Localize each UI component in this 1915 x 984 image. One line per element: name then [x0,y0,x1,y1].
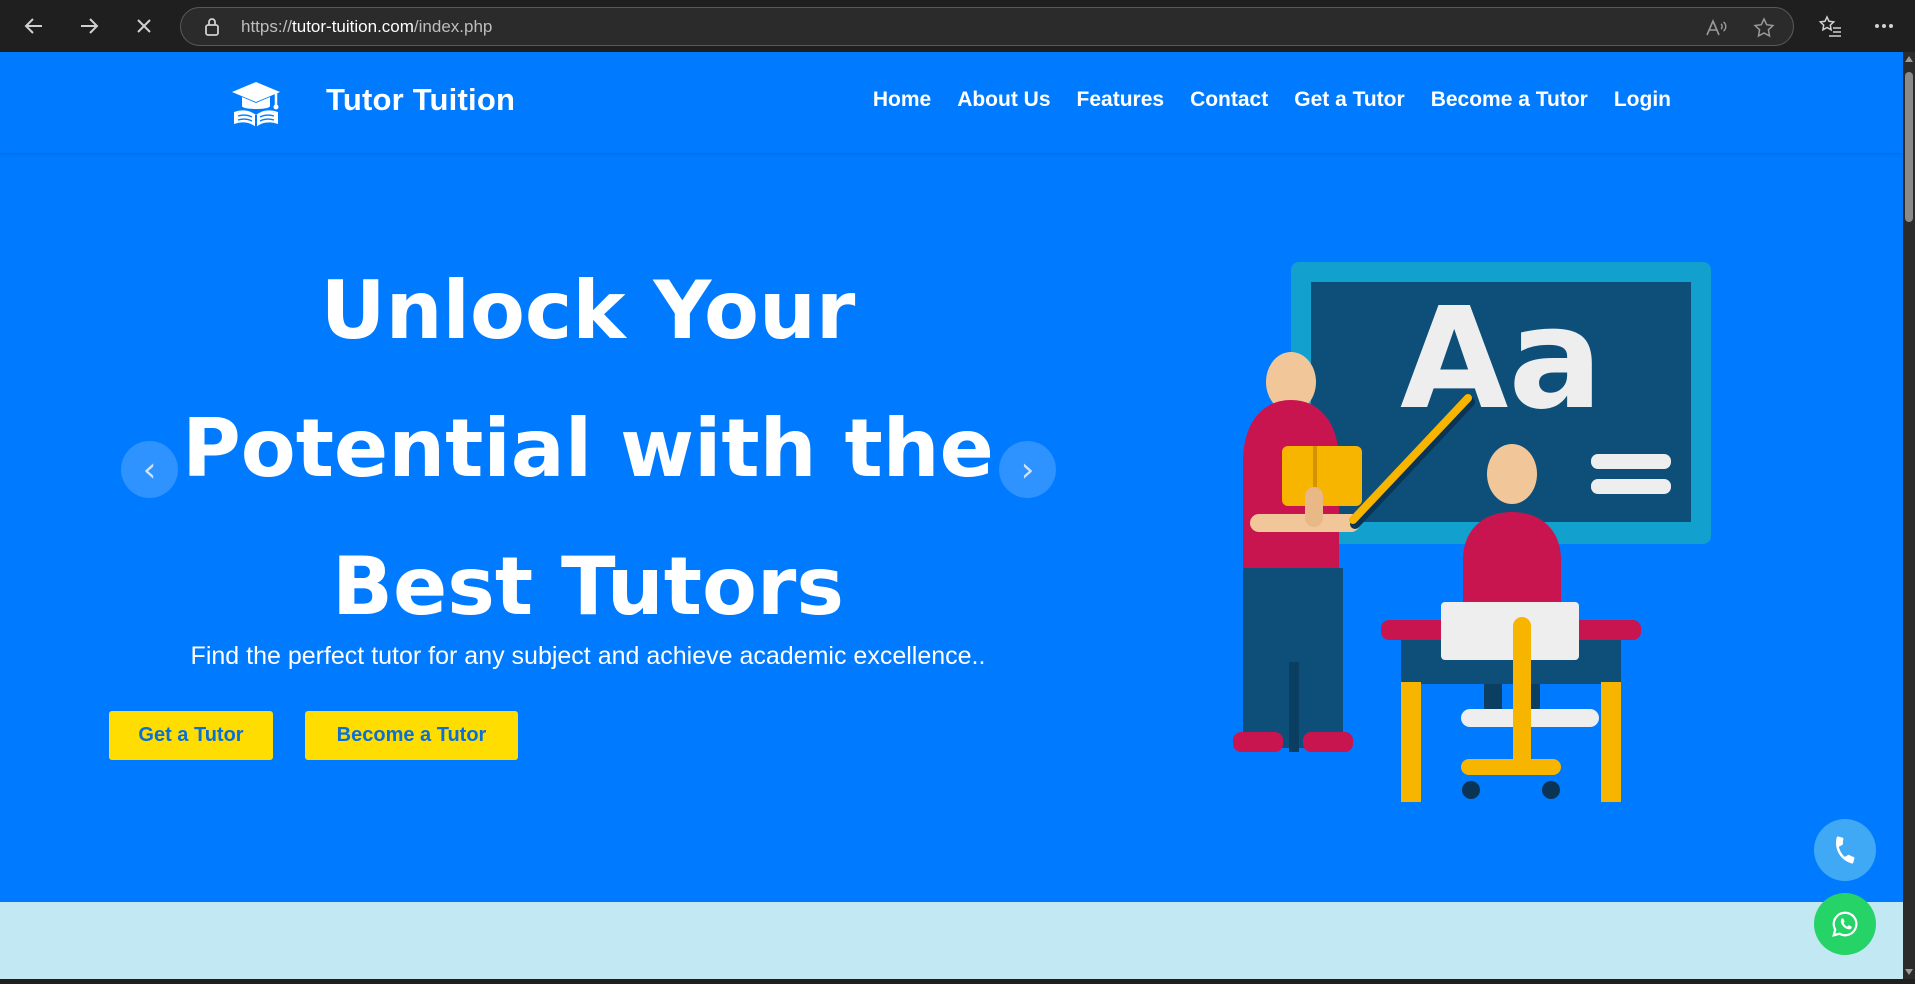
hero-title-line-3: Best Tutors [332,540,844,633]
teacher-shoe-right [1303,732,1353,752]
close-icon [137,19,151,33]
chevron-right-icon: › [1020,449,1035,490]
chair-base [1461,759,1561,775]
get-a-tutor-button[interactable]: Get a Tutor [109,711,273,760]
favorites-icon[interactable] [1816,12,1844,40]
brand-name[interactable]: Tutor Tuition [326,82,515,118]
arrow-right-icon [81,18,99,34]
nav-about-us[interactable]: About Us [957,88,1050,112]
hero-title: Unlock Your Potential with the Best Tuto… [150,242,1026,656]
whatsapp-icon [1832,911,1858,937]
forward-button[interactable] [73,10,105,42]
url-text: https://tutor-tuition.com/index.php [241,17,493,36]
hero-subtitle: Find the perfect tutor for any subject a… [190,642,986,670]
more-options-icon[interactable] [1870,12,1898,40]
chevron-left-icon: ‹ [142,449,157,490]
arrow-left-icon [24,18,42,34]
student-head [1487,444,1537,504]
hero-title-line-1: Unlock Your [320,264,856,357]
nav-become-a-tutor[interactable]: Become a Tutor [1431,88,1588,112]
lock-icon[interactable] [203,17,221,41]
next-section-band [0,902,1903,979]
phone-icon [1836,836,1855,864]
whatsapp-button[interactable] [1814,893,1876,955]
nav-home[interactable]: Home [873,88,931,112]
hero-title-line-2: Potential with the [182,402,994,495]
teacher-student-illustration: Aa [1233,262,1711,802]
nav-login[interactable]: Login [1614,88,1671,112]
blackboard-text: Aa [1400,278,1603,441]
nav-get-a-tutor[interactable]: Get a Tutor [1294,88,1404,112]
desk-leg-right [1601,682,1621,802]
main-nav: Home About Us Features Contact Get a Tut… [873,88,1671,112]
teacher-leg-gap [1289,662,1299,752]
teacher-hand [1305,487,1323,527]
site-navbar: Tutor Tuition Home About Us Features Con… [0,52,1903,154]
vertical-scrollbar[interactable] [1903,52,1915,979]
browser-toolbar: https://tutor-tuition.com/index.php [0,0,1915,52]
read-aloud-icon[interactable] [1704,16,1728,40]
laptop [1441,602,1579,660]
scroll-down-arrow[interactable] [1905,969,1913,975]
equals-mark-top [1591,454,1671,469]
chair-wheel-left [1462,781,1480,799]
nav-features[interactable]: Features [1077,88,1165,112]
desk-leg-left [1401,682,1421,802]
graduation-cap-book-icon[interactable] [228,78,284,128]
carousel-next-button[interactable]: › [999,441,1056,498]
stop-button[interactable] [128,10,160,42]
nav-contact[interactable]: Contact [1190,88,1268,112]
favorite-star-icon[interactable] [1752,16,1776,40]
address-bar[interactable]: https://tutor-tuition.com/index.php [180,7,1794,46]
scroll-up-arrow[interactable] [1905,56,1913,62]
chair-wheel-right [1542,781,1560,799]
scroll-thumb[interactable] [1905,72,1913,222]
become-a-tutor-button[interactable]: Become a Tutor [305,711,518,760]
carousel-prev-button[interactable]: ‹ [121,441,178,498]
call-button[interactable] [1814,819,1876,881]
teacher-shoe-left [1233,732,1283,752]
equals-mark-bottom [1591,479,1671,494]
web-page: Tutor Tuition Home About Us Features Con… [0,52,1903,979]
chair-post [1513,617,1531,767]
back-button[interactable] [18,10,50,42]
